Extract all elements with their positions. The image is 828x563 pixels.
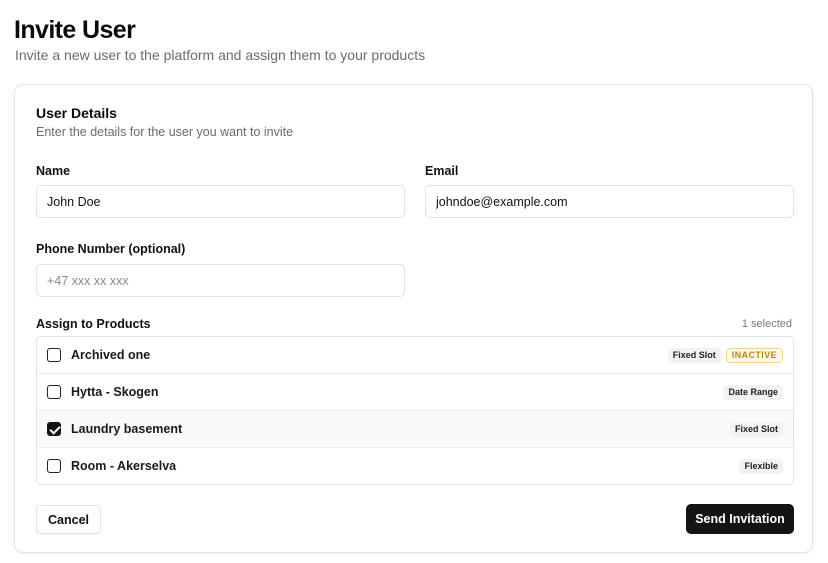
products-label: Assign to Products [36, 317, 151, 331]
page-title: Invite User [14, 16, 136, 44]
name-input[interactable] [36, 185, 405, 218]
product-name: Room - Akerselva [71, 459, 177, 473]
email-label: Email [425, 164, 459, 178]
product-type-badge: Date Range [723, 384, 783, 400]
email-input[interactable] [425, 185, 794, 218]
send-invitation-button[interactable]: Send Invitation [686, 504, 794, 534]
product-row-laundry-basement[interactable]: Laundry basement Fixed Slot [37, 411, 793, 448]
product-type-badge: Fixed Slot [667, 347, 721, 363]
product-row-hytta-skogen[interactable]: Hytta - Skogen Date Range [37, 374, 793, 411]
product-type-badge: Fixed Slot [729, 421, 783, 437]
name-label: Name [36, 164, 71, 178]
inactive-badge: INACTIVE [725, 347, 783, 363]
product-type-badge: Flexible [739, 458, 783, 474]
product-checkbox[interactable] [47, 348, 61, 362]
product-list: Archived one Fixed Slot INACTIVE Hytta -… [36, 336, 794, 485]
product-name: Laundry basement [71, 422, 183, 436]
invite-user-page: Invite User Invite a new user to the pla… [0, 0, 828, 563]
product-name: Archived one [71, 348, 151, 362]
product-checkbox-checked[interactable] [47, 422, 61, 436]
product-tags: Flexible [739, 458, 783, 474]
selected-count: 1 selected [741, 318, 792, 330]
card-title: User Details [36, 105, 117, 121]
product-tags: Fixed Slot INACTIVE [667, 347, 783, 363]
cancel-button[interactable]: Cancel [36, 505, 101, 534]
product-checkbox[interactable] [47, 385, 61, 399]
card-description: Enter the details for the user you want … [36, 125, 294, 139]
product-name: Hytta - Skogen [71, 385, 159, 399]
product-checkbox[interactable] [47, 459, 61, 473]
user-details-card: User Details Enter the details for the u… [14, 84, 813, 553]
phone-label: Phone Number (optional) [36, 242, 186, 256]
product-tags: Fixed Slot [729, 421, 783, 437]
product-tags: Date Range [723, 384, 783, 400]
page-subtitle: Invite a new user to the platform and as… [15, 47, 426, 63]
phone-input[interactable] [36, 264, 405, 297]
product-row-archived-one[interactable]: Archived one Fixed Slot INACTIVE [37, 337, 793, 374]
product-row-room-akerselva[interactable]: Room - Akerselva Flexible [37, 448, 793, 484]
